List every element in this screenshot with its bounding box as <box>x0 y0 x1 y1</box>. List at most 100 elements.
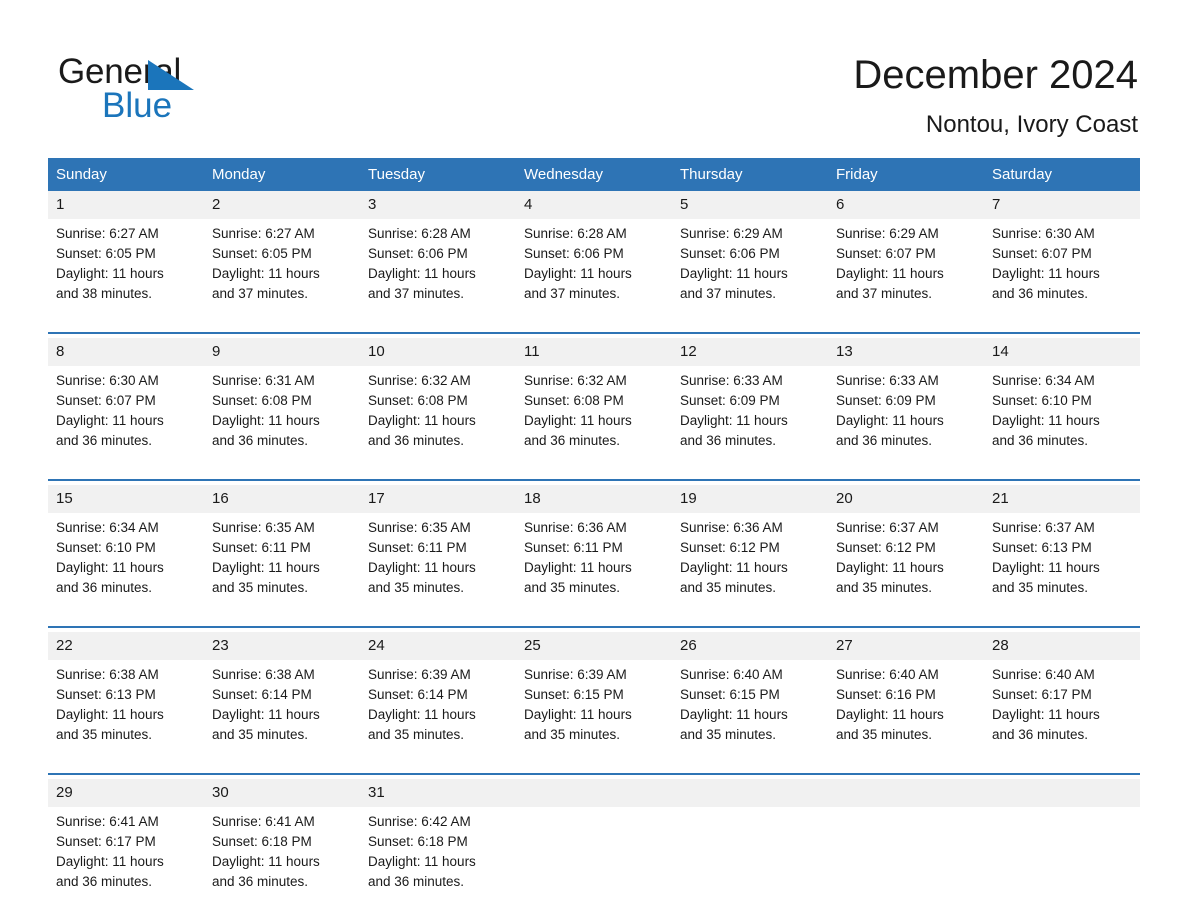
day-cell[interactable]: Sunrise: 6:36 AM Sunset: 6:11 PM Dayligh… <box>516 513 672 622</box>
day-cell[interactable]: Sunrise: 6:30 AM Sunset: 6:07 PM Dayligh… <box>984 219 1140 328</box>
day-cell[interactable]: Sunrise: 6:39 AM Sunset: 6:14 PM Dayligh… <box>360 660 516 769</box>
day-cell[interactable]: Sunrise: 6:33 AM Sunset: 6:09 PM Dayligh… <box>672 366 828 475</box>
daylight-text: Daylight: 11 hours <box>368 854 476 869</box>
day-number[interactable]: 19 <box>672 485 828 513</box>
day-number[interactable]: 28 <box>984 632 1140 660</box>
day-number[interactable]: 25 <box>516 632 672 660</box>
daylight-text: Daylight: 11 hours <box>524 413 632 428</box>
day-cell[interactable]: Sunrise: 6:31 AM Sunset: 6:08 PM Dayligh… <box>204 366 360 475</box>
day-number[interactable]: 20 <box>828 485 984 513</box>
daylight-text: Daylight: 11 hours <box>836 413 944 428</box>
day-number[interactable]: 2 <box>204 191 360 219</box>
day-cell[interactable]: Sunrise: 6:30 AM Sunset: 6:07 PM Dayligh… <box>48 366 204 475</box>
day-cell[interactable]: Sunrise: 6:28 AM Sunset: 6:06 PM Dayligh… <box>516 219 672 328</box>
sunset-text: Sunset: 6:14 PM <box>212 687 312 702</box>
day-cell[interactable]: Sunrise: 6:40 AM Sunset: 6:15 PM Dayligh… <box>672 660 828 769</box>
day-cell[interactable]: Sunrise: 6:33 AM Sunset: 6:09 PM Dayligh… <box>828 366 984 475</box>
generalblue-logo[interactable]: General Blue <box>58 52 318 125</box>
day-number[interactable]: 17 <box>360 485 516 513</box>
day-cell[interactable]: Sunrise: 6:37 AM Sunset: 6:12 PM Dayligh… <box>828 513 984 622</box>
sunrise-text: Sunrise: 6:39 AM <box>368 667 471 682</box>
calendar-header-row: Sunday Monday Tuesday Wednesday Thursday… <box>48 158 1140 191</box>
day-cell[interactable]: Sunrise: 6:35 AM Sunset: 6:11 PM Dayligh… <box>204 513 360 622</box>
separator-line <box>48 626 1140 628</box>
day-cell-empty <box>516 807 672 916</box>
sunrise-text: Sunrise: 6:32 AM <box>368 373 471 388</box>
sunset-text: Sunset: 6:07 PM <box>836 246 936 261</box>
day-number[interactable]: 21 <box>984 485 1140 513</box>
day-number[interactable]: 4 <box>516 191 672 219</box>
day-cell[interactable]: Sunrise: 6:32 AM Sunset: 6:08 PM Dayligh… <box>516 366 672 475</box>
sunrise-text: Sunrise: 6:29 AM <box>836 226 939 241</box>
day-number[interactable]: 15 <box>48 485 204 513</box>
day-number[interactable]: 30 <box>204 779 360 807</box>
sunrise-text: Sunrise: 6:27 AM <box>212 226 315 241</box>
day-number[interactable]: 18 <box>516 485 672 513</box>
day-number[interactable]: 16 <box>204 485 360 513</box>
day-number[interactable]: 26 <box>672 632 828 660</box>
day-cell[interactable]: Sunrise: 6:29 AM Sunset: 6:07 PM Dayligh… <box>828 219 984 328</box>
day-number[interactable]: 8 <box>48 338 204 366</box>
day-cell[interactable]: Sunrise: 6:38 AM Sunset: 6:14 PM Dayligh… <box>204 660 360 769</box>
daylight-text-cont: and 36 minutes. <box>368 433 465 448</box>
day-number[interactable]: 31 <box>360 779 516 807</box>
day-cell[interactable]: Sunrise: 6:40 AM Sunset: 6:17 PM Dayligh… <box>984 660 1140 769</box>
sunrise-text: Sunrise: 6:35 AM <box>368 520 471 535</box>
day-number[interactable]: 13 <box>828 338 984 366</box>
daylight-text-cont: and 35 minutes. <box>212 580 309 595</box>
daylight-text: Daylight: 11 hours <box>992 707 1100 722</box>
day-cell[interactable]: Sunrise: 6:27 AM Sunset: 6:05 PM Dayligh… <box>204 219 360 328</box>
day-number[interactable]: 7 <box>984 191 1140 219</box>
daylight-text: Daylight: 11 hours <box>368 707 476 722</box>
day-number[interactable]: 5 <box>672 191 828 219</box>
day-number[interactable]: 9 <box>204 338 360 366</box>
day-number[interactable]: 11 <box>516 338 672 366</box>
day-cell[interactable]: Sunrise: 6:35 AM Sunset: 6:11 PM Dayligh… <box>360 513 516 622</box>
page-title: December 2024 <box>853 53 1138 97</box>
sunset-text: Sunset: 6:13 PM <box>992 540 1092 555</box>
day-number[interactable]: 3 <box>360 191 516 219</box>
sunrise-text: Sunrise: 6:37 AM <box>992 520 1095 535</box>
sunrise-text: Sunrise: 6:42 AM <box>368 814 471 829</box>
calendar-table: Sunday Monday Tuesday Wednesday Thursday… <box>48 158 1140 916</box>
sunset-text: Sunset: 6:10 PM <box>992 393 1092 408</box>
day-cell[interactable]: Sunrise: 6:28 AM Sunset: 6:06 PM Dayligh… <box>360 219 516 328</box>
daylight-text-cont: and 36 minutes. <box>212 433 309 448</box>
day-number[interactable]: 24 <box>360 632 516 660</box>
day-cell[interactable]: Sunrise: 6:41 AM Sunset: 6:18 PM Dayligh… <box>204 807 360 916</box>
day-number[interactable]: 12 <box>672 338 828 366</box>
daylight-text-cont: and 37 minutes. <box>836 286 933 301</box>
day-number[interactable]: 22 <box>48 632 204 660</box>
day-number[interactable]: 6 <box>828 191 984 219</box>
daylight-text: Daylight: 11 hours <box>212 707 320 722</box>
day-number[interactable]: 23 <box>204 632 360 660</box>
day-number[interactable]: 27 <box>828 632 984 660</box>
day-cell[interactable]: Sunrise: 6:38 AM Sunset: 6:13 PM Dayligh… <box>48 660 204 769</box>
daylight-text: Daylight: 11 hours <box>56 413 164 428</box>
day-cell[interactable]: Sunrise: 6:29 AM Sunset: 6:06 PM Dayligh… <box>672 219 828 328</box>
day-cell[interactable]: Sunrise: 6:41 AM Sunset: 6:17 PM Dayligh… <box>48 807 204 916</box>
day-cell[interactable]: Sunrise: 6:36 AM Sunset: 6:12 PM Dayligh… <box>672 513 828 622</box>
sunrise-text: Sunrise: 6:30 AM <box>56 373 159 388</box>
day-cell[interactable]: Sunrise: 6:39 AM Sunset: 6:15 PM Dayligh… <box>516 660 672 769</box>
day-number[interactable]: 29 <box>48 779 204 807</box>
day-cell[interactable]: Sunrise: 6:42 AM Sunset: 6:18 PM Dayligh… <box>360 807 516 916</box>
day-number[interactable]: 14 <box>984 338 1140 366</box>
daylight-text: Daylight: 11 hours <box>212 413 320 428</box>
day-cell[interactable]: Sunrise: 6:37 AM Sunset: 6:13 PM Dayligh… <box>984 513 1140 622</box>
day-number[interactable]: 10 <box>360 338 516 366</box>
day-cell[interactable]: Sunrise: 6:32 AM Sunset: 6:08 PM Dayligh… <box>360 366 516 475</box>
daylight-text: Daylight: 11 hours <box>368 266 476 281</box>
daylight-text-cont: and 36 minutes. <box>212 874 309 889</box>
week-separator <box>48 328 1140 338</box>
day-cell[interactable]: Sunrise: 6:34 AM Sunset: 6:10 PM Dayligh… <box>984 366 1140 475</box>
sunset-text: Sunset: 6:15 PM <box>680 687 780 702</box>
day-cell[interactable]: Sunrise: 6:34 AM Sunset: 6:10 PM Dayligh… <box>48 513 204 622</box>
day-cell[interactable]: Sunrise: 6:27 AM Sunset: 6:05 PM Dayligh… <box>48 219 204 328</box>
day-cell[interactable]: Sunrise: 6:40 AM Sunset: 6:16 PM Dayligh… <box>828 660 984 769</box>
daylight-text: Daylight: 11 hours <box>836 266 944 281</box>
sunrise-text: Sunrise: 6:29 AM <box>680 226 783 241</box>
daylight-text-cont: and 36 minutes. <box>524 433 621 448</box>
day-number[interactable]: 1 <box>48 191 204 219</box>
sunset-text: Sunset: 6:13 PM <box>56 687 156 702</box>
